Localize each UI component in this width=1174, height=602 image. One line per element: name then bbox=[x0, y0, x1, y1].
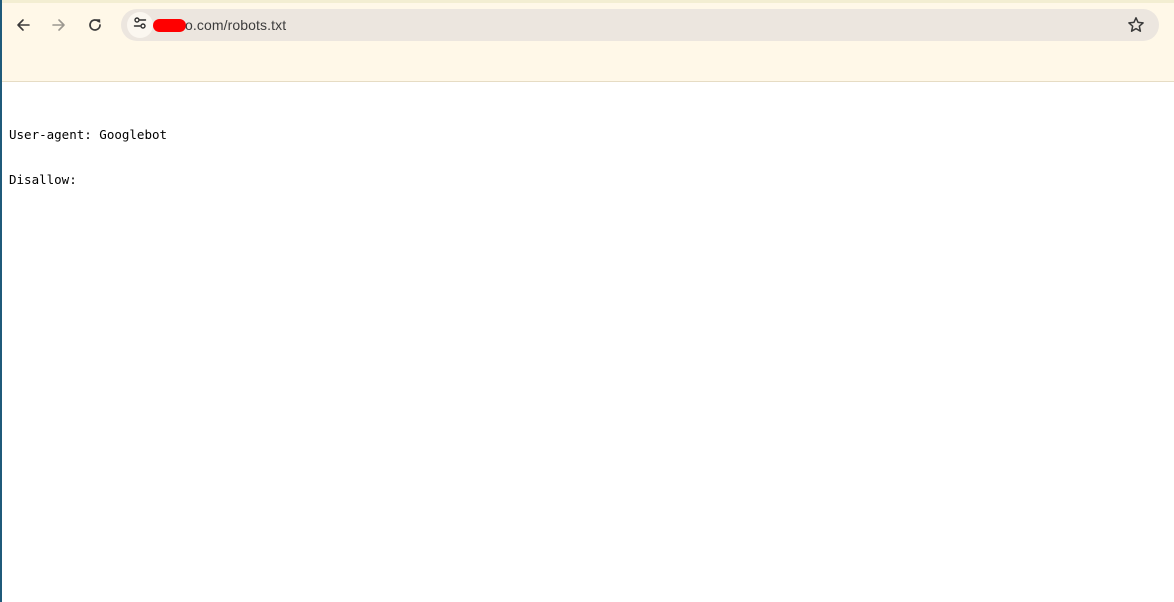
redaction-mark bbox=[153, 19, 186, 32]
window-left-border bbox=[0, 0, 2, 602]
text-line: Disallow: bbox=[9, 172, 77, 187]
arrow-left-icon bbox=[15, 17, 31, 33]
arrow-right-icon bbox=[51, 17, 67, 33]
bookmark-button[interactable] bbox=[1127, 16, 1145, 34]
tune-icon bbox=[133, 16, 147, 35]
url-text[interactable]: o.com/robots.txt bbox=[185, 17, 286, 33]
reload-button[interactable] bbox=[81, 11, 109, 39]
forward-button[interactable] bbox=[45, 11, 73, 39]
address-bar[interactable]: o.com/robots.txt bbox=[121, 9, 1159, 41]
browser-toolbar: o.com/robots.txt bbox=[0, 3, 1174, 82]
back-button[interactable] bbox=[9, 11, 37, 39]
text-line: User-agent: Googlebot bbox=[9, 127, 168, 142]
robots-txt-content: User-agent: Googlebot Disallow: bbox=[9, 97, 167, 202]
site-info-button[interactable] bbox=[127, 12, 153, 38]
reload-icon bbox=[87, 17, 103, 33]
star-outline-icon bbox=[1127, 17, 1145, 38]
